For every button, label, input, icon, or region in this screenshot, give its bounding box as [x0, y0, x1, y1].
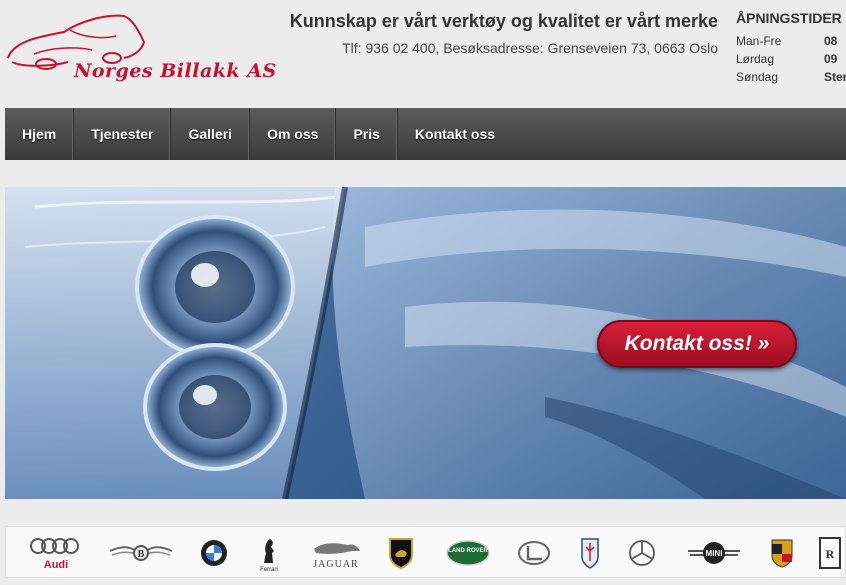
hours-time: 09 [824, 52, 838, 66]
opening-hours: ÅPNINGSTIDER Man-Fre 08 Lørdag 09 Søndag… [736, 10, 846, 86]
logo[interactable]: Norges Billakk AS [4, 10, 276, 90]
nav-item-om-oss[interactable]: Om oss [250, 108, 337, 160]
brand-logo-strip: Audi B Ferrari JAGUAR LAND ROVER MINI R [5, 526, 846, 578]
hours-row: Lørdag 09 [736, 50, 846, 68]
svg-text:B: B [138, 549, 145, 560]
land-rover-logo[interactable]: LAND ROVER [446, 533, 490, 573]
hours-time: Ster [824, 70, 846, 84]
main-nav: Hjem Tjenester Galleri Om oss Pris Konta… [5, 108, 846, 160]
hours-day: Lørdag [736, 52, 775, 66]
tagline: Kunnskap er vårt verktøy og kvalitet er … [289, 11, 718, 31]
bentley-logo[interactable]: B [108, 533, 174, 573]
ferrari-logo[interactable]: Ferrari [256, 533, 282, 573]
ferrari-text: Ferrari [260, 567, 278, 573]
audi-logo[interactable]: Audi [28, 533, 84, 573]
hours-row: Søndag Ster [736, 68, 846, 86]
audi-text: Audi [44, 559, 68, 571]
hours-day: Man-Fre [736, 34, 782, 48]
maserati-logo[interactable] [580, 533, 600, 573]
porsche-logo[interactable] [770, 533, 794, 573]
svg-text:R: R [826, 547, 835, 561]
lamborghini-logo[interactable] [388, 533, 414, 573]
land-rover-text: LAND ROVER [448, 548, 488, 554]
opening-hours-title: ÅPNINGSTIDER [736, 10, 842, 26]
jaguar-logo[interactable]: JAGUAR [308, 533, 364, 573]
lexus-logo[interactable] [518, 533, 550, 573]
mini-logo[interactable]: MINI [686, 533, 742, 573]
nav-item-tjenester[interactable]: Tjenester [74, 108, 172, 160]
jaguar-text: JAGUAR [313, 559, 358, 570]
mini-text: MINI [706, 549, 723, 558]
contact-us-button[interactable]: Kontakt oss! » [597, 320, 797, 368]
contact-info: Tlf: 936 02 400, Besøksadresse: Grenseve… [342, 40, 718, 56]
hours-row: Man-Fre 08 [736, 32, 846, 50]
mercedes-logo[interactable] [628, 533, 656, 573]
nav-item-kontakt-oss[interactable]: Kontakt oss [398, 108, 512, 160]
nav-item-pris[interactable]: Pris [336, 108, 398, 160]
rolls-royce-logo[interactable]: R [818, 533, 842, 573]
hours-time: 08 [824, 34, 838, 48]
bmw-logo[interactable] [200, 533, 228, 573]
logo-text: Norges Billakk AS [74, 60, 277, 82]
hours-day: Søndag [736, 70, 779, 84]
nav-item-galleri[interactable]: Galleri [171, 108, 251, 160]
nav-item-hjem[interactable]: Hjem [5, 108, 75, 160]
